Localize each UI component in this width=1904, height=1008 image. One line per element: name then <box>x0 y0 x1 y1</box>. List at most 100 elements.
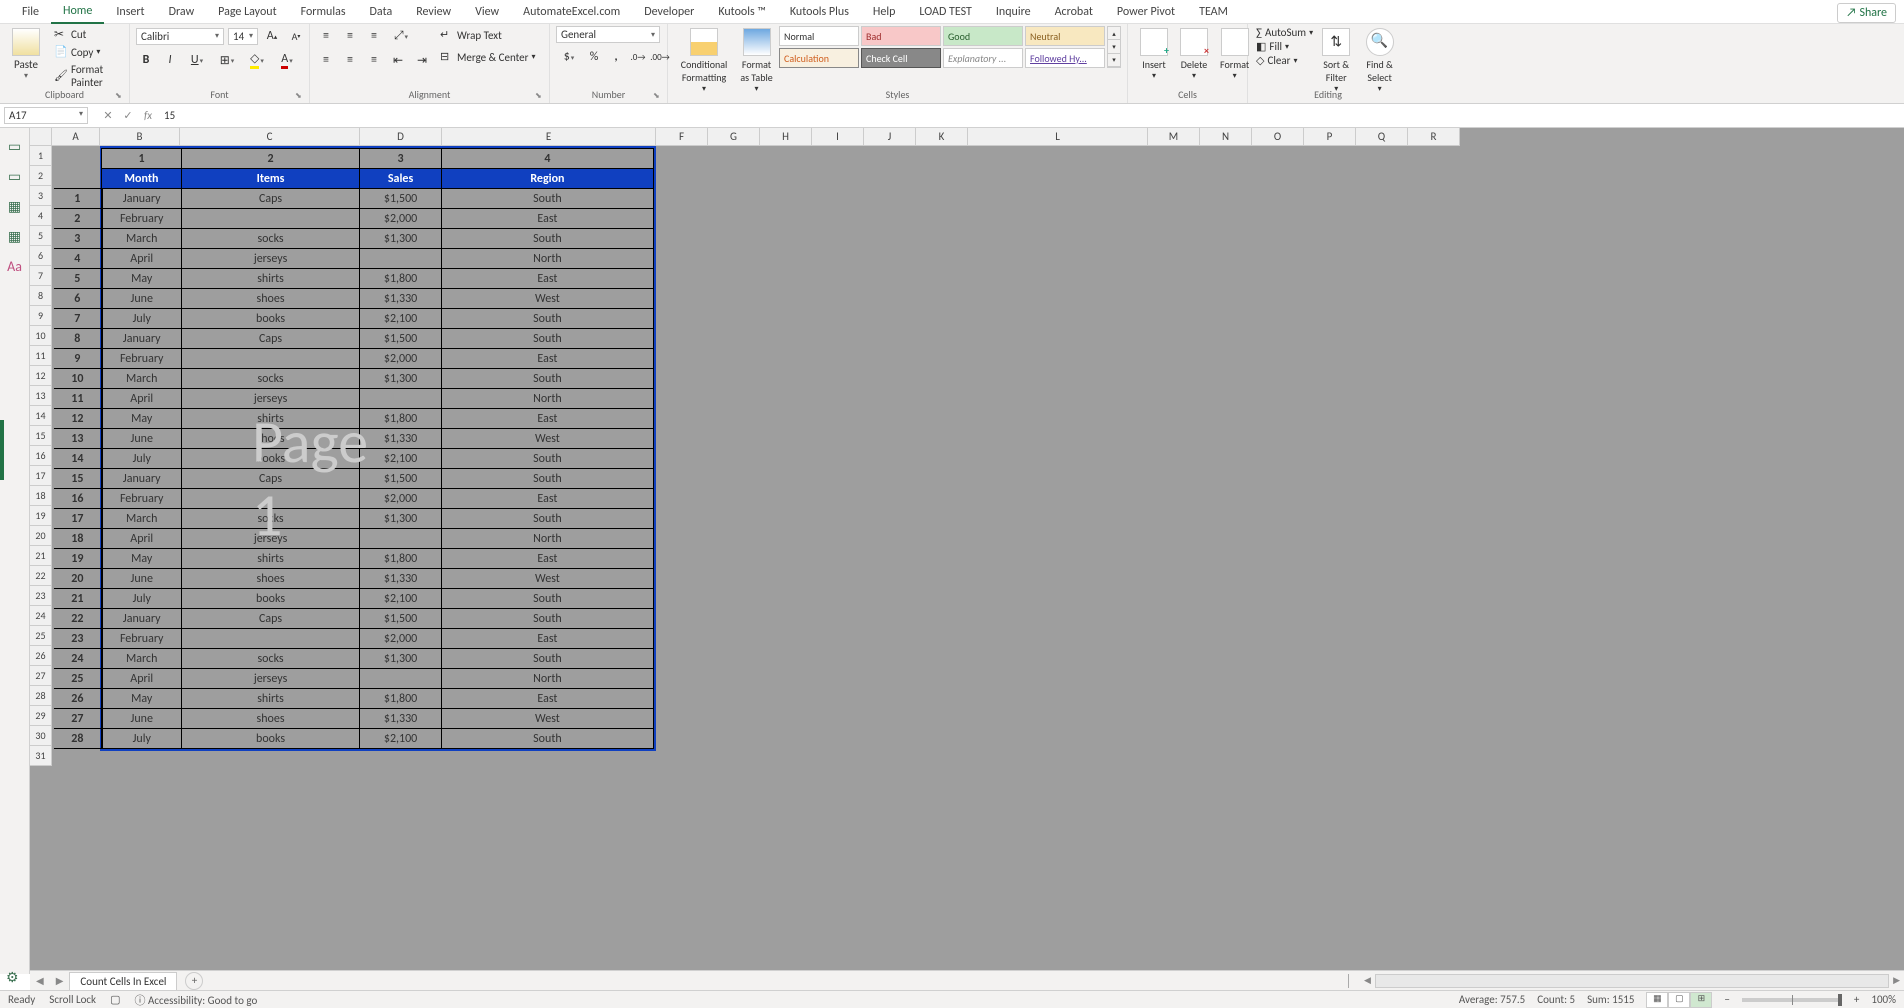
cell-r9-c0[interactable]: 7 <box>54 309 102 329</box>
cell-r14-c3[interactable]: $1,800 <box>360 409 442 429</box>
decrease-decimal-button[interactable]: .00→ <box>650 47 670 67</box>
cell-r14-c0[interactable]: 12 <box>54 409 102 429</box>
menu-tab-kutools-[interactable]: Kutools ™ <box>706 1 778 23</box>
menu-tab-power-pivot[interactable]: Power Pivot <box>1105 1 1187 23</box>
cell-style-explanatory-[interactable]: Explanatory ... <box>943 48 1023 68</box>
cell-r19-c1[interactable]: March <box>102 509 182 529</box>
align-center-button[interactable]: ≡ <box>340 50 360 70</box>
cell-r10-c3[interactable]: $1,500 <box>360 329 442 349</box>
row-header-16[interactable]: 16 <box>30 446 52 466</box>
row-header-1[interactable]: 1 <box>30 146 52 166</box>
cell-top-index-0[interactable] <box>54 149 102 169</box>
find-select-button[interactable]: 🔍Find & Select▾ <box>1357 26 1402 96</box>
cell-r10-c2[interactable]: Caps <box>181 329 359 349</box>
cell-r23-c4[interactable]: South <box>441 589 653 609</box>
menu-tab-file[interactable]: File <box>10 1 51 23</box>
row-header-10[interactable]: 10 <box>30 326 52 346</box>
cell-r11-c2[interactable] <box>181 349 359 369</box>
cell-style-check-cell[interactable]: Check Cell <box>861 48 941 68</box>
cell-r17-c0[interactable]: 15 <box>54 469 102 489</box>
cell-r26-c1[interactable]: March <box>102 649 182 669</box>
cell-r13-c2[interactable]: jerseys <box>181 389 359 409</box>
cell-top-index-4[interactable]: 4 <box>441 149 653 169</box>
col-header-I[interactable]: I <box>812 128 864 146</box>
cell-r7-c3[interactable]: $1,800 <box>360 269 442 289</box>
row-header-28[interactable]: 28 <box>30 686 52 706</box>
cell-r13-c4[interactable]: North <box>441 389 653 409</box>
cell-r30-c2[interactable]: books <box>181 729 359 749</box>
col-header-A[interactable]: A <box>52 128 100 146</box>
status-accessibility[interactable]: ⓘ Accessibility: Good to go <box>134 992 257 1008</box>
view-page-layout-button[interactable]: ▢ <box>1668 992 1690 1008</box>
cell-r29-c1[interactable]: June <box>102 709 182 729</box>
row-header-12[interactable]: 12 <box>30 366 52 386</box>
cell-r30-c3[interactable]: $2,100 <box>360 729 442 749</box>
autosum-button[interactable]: ∑ AutoSum ▾ <box>1254 26 1315 39</box>
cell-r4-c2[interactable] <box>181 209 359 229</box>
cell-r26-c4[interactable]: South <box>441 649 653 669</box>
accounting-format-button[interactable]: $▾ <box>556 47 582 67</box>
cell-r16-c2[interactable]: books <box>181 449 359 469</box>
row-header-27[interactable]: 27 <box>30 666 52 686</box>
row-header-14[interactable]: 14 <box>30 406 52 426</box>
font-color-button[interactable]: A▾ <box>274 50 300 70</box>
select-all-corner[interactable] <box>30 128 52 146</box>
cell-r16-c4[interactable]: South <box>441 449 653 469</box>
menu-tab-acrobat[interactable]: Acrobat <box>1043 1 1105 23</box>
cell-r11-c3[interactable]: $2,000 <box>360 349 442 369</box>
cell-r25-c4[interactable]: East <box>441 629 653 649</box>
cell-r28-c3[interactable]: $1,800 <box>360 689 442 709</box>
row-header-18[interactable]: 18 <box>30 486 52 506</box>
row-header-9[interactable]: 9 <box>30 306 52 326</box>
cell-r22-c3[interactable]: $1,330 <box>360 569 442 589</box>
number-format-combo[interactable]: General▾ <box>556 26 660 43</box>
cell-r5-c3[interactable]: $1,300 <box>360 229 442 249</box>
cell-r25-c1[interactable]: February <box>102 629 182 649</box>
cell-r12-c4[interactable]: South <box>441 369 653 389</box>
cell-r6-c3[interactable] <box>360 249 442 269</box>
cell-r10-c4[interactable]: South <box>441 329 653 349</box>
cell-r23-c3[interactable]: $2,100 <box>360 589 442 609</box>
cell-styles-gallery[interactable]: NormalBadGoodNeutralCalculationCheck Cel… <box>779 26 1105 68</box>
leftstrip-icon-4[interactable]: ▦ <box>6 228 24 246</box>
cell-top-index-2[interactable]: 2 <box>181 149 359 169</box>
col-header-N[interactable]: N <box>1200 128 1252 146</box>
cell-r15-c3[interactable]: $1,330 <box>360 429 442 449</box>
menu-tab-team[interactable]: TEAM <box>1187 1 1240 23</box>
row-header-15[interactable]: 15 <box>30 426 52 446</box>
row-header-24[interactable]: 24 <box>30 606 52 626</box>
cell-r15-c1[interactable]: June <box>102 429 182 449</box>
cell-r15-c4[interactable]: West <box>441 429 653 449</box>
row-header-19[interactable]: 19 <box>30 506 52 526</box>
cell-r18-c2[interactable] <box>181 489 359 509</box>
fx-button[interactable]: fx <box>138 109 158 122</box>
cell-r9-c1[interactable]: July <box>102 309 182 329</box>
cell-r14-c1[interactable]: May <box>102 409 182 429</box>
cell-r24-c3[interactable]: $1,500 <box>360 609 442 629</box>
cell-r28-c1[interactable]: May <box>102 689 182 709</box>
menu-tab-data[interactable]: Data <box>358 1 405 23</box>
row-header-2[interactable]: 2 <box>30 166 52 186</box>
paste-button[interactable]: Paste <box>14 58 38 71</box>
col-header-P[interactable]: P <box>1304 128 1356 146</box>
menu-tab-developer[interactable]: Developer <box>632 1 706 23</box>
cell-r4-c3[interactable]: $2,000 <box>360 209 442 229</box>
cell-r10-c1[interactable]: January <box>102 329 182 349</box>
insert-cells-button[interactable]: Insert▾ <box>1134 26 1174 83</box>
cell-r10-c0[interactable]: 8 <box>54 329 102 349</box>
col-header-B[interactable]: B <box>100 128 180 146</box>
cell-r27-c0[interactable]: 25 <box>54 669 102 689</box>
leftstrip-icon-5[interactable]: Aa <box>6 258 24 276</box>
column-headers[interactable]: ABCDEFGHIJKLMNOPQR <box>52 128 1460 146</box>
cell-r30-c1[interactable]: July <box>102 729 182 749</box>
row-header-7[interactable]: 7 <box>30 266 52 286</box>
cell-r7-c2[interactable]: shirts <box>181 269 359 289</box>
col-header-R[interactable]: R <box>1408 128 1460 146</box>
cell-r5-c2[interactable]: socks <box>181 229 359 249</box>
format-painter-button[interactable]: Format Painter <box>50 62 123 90</box>
cell-r21-c0[interactable]: 19 <box>54 549 102 569</box>
fill-color-button[interactable]: ◇▾ <box>244 50 270 70</box>
zoom-slider[interactable] <box>1742 998 1842 1002</box>
cell-r27-c4[interactable]: North <box>441 669 653 689</box>
menu-tab-kutools-plus[interactable]: Kutools Plus <box>778 1 861 23</box>
